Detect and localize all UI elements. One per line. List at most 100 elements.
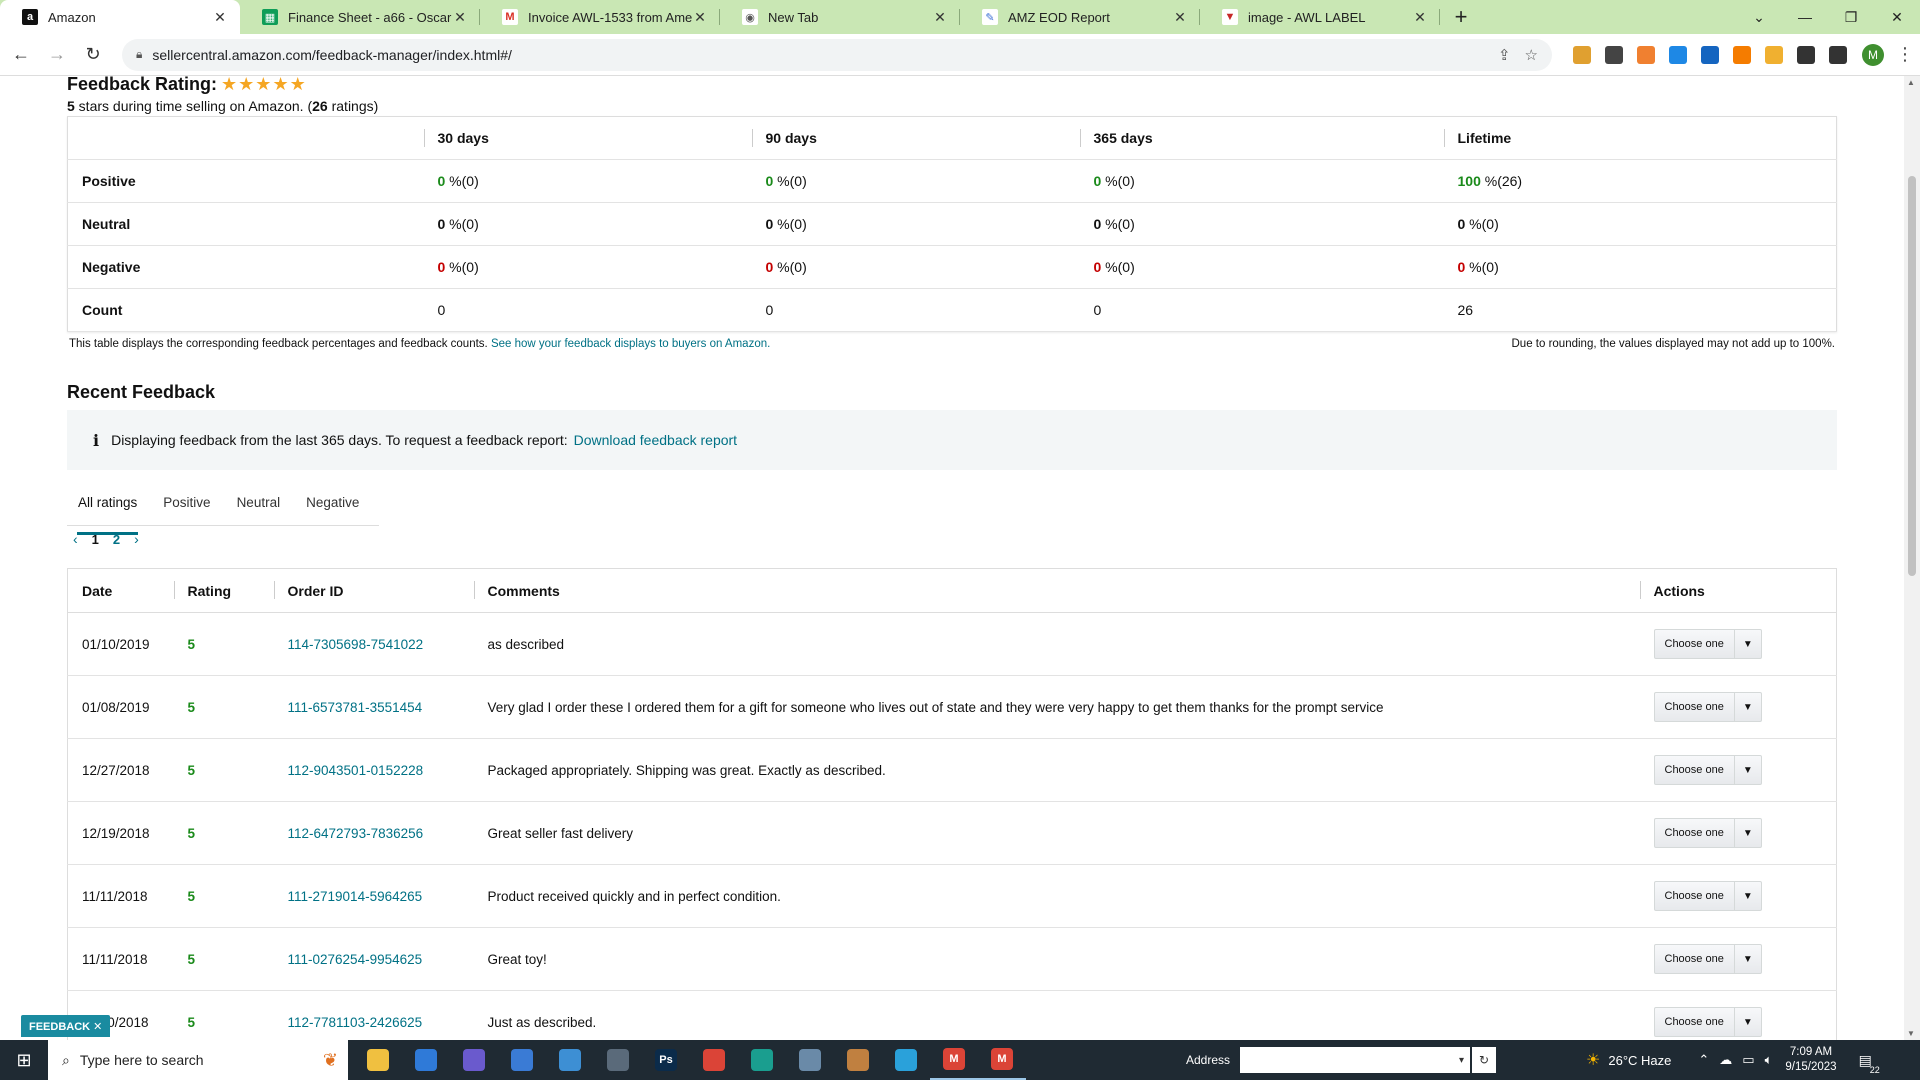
forward-icon[interactable]: → <box>42 40 72 70</box>
address-input[interactable]: ▾ <box>1240 1047 1471 1073</box>
chevron-down-icon[interactable]: ▼ <box>1735 1017 1761 1028</box>
chevron-down-icon[interactable]: ▼ <box>1735 765 1761 776</box>
order-id-link[interactable]: 111-0276254-9954625 <box>288 952 423 967</box>
back-icon[interactable]: ← <box>6 40 36 70</box>
share-icon[interactable]: ⇪ <box>1498 46 1511 64</box>
taskbar-app[interactable] <box>546 1040 594 1080</box>
new-tab-plus-icon[interactable]: + <box>1444 0 1478 34</box>
url-text[interactable]: sellercentral.amazon.com/feedback-manage… <box>152 47 1484 63</box>
browser-tab[interactable]: ▦ Finance Sheet - a66 - Oscar Redc✕ <box>240 0 480 34</box>
scroll-up-icon[interactable]: ▲ <box>1907 78 1915 87</box>
feedback-display-link[interactable]: See how your feedback displays to buyers… <box>491 338 770 350</box>
chevron-down-icon[interactable]: ▼ <box>1735 702 1761 713</box>
order-id-link[interactable]: 112-6472793-7836256 <box>288 826 424 841</box>
actions-dropdown-label[interactable]: Choose one <box>1655 819 1735 847</box>
restore-icon[interactable]: ❐ <box>1828 9 1874 26</box>
ext-keepa-icon[interactable] <box>1669 45 1687 64</box>
browser-tab[interactable]: ▼ image - AWL LABEL ✕ <box>1200 0 1440 34</box>
browser-tab[interactable]: ✎ AMZ EOD Report ✕ <box>960 0 1200 34</box>
scrollbar-thumb[interactable] <box>1908 176 1916 576</box>
order-id-link[interactable]: 112-7781103-2426625 <box>288 1015 423 1030</box>
ext-js-icon[interactable] <box>1733 45 1751 64</box>
order-id-link[interactable]: 111-2719014-5964265 <box>288 889 423 904</box>
minimize-icon[interactable]: — <box>1782 9 1828 25</box>
actions-dropdown[interactable]: Choose one ▼ <box>1653 629 1762 659</box>
actions-dropdown[interactable]: Choose one ▼ <box>1653 755 1762 785</box>
rating-tab[interactable]: All ratings <box>67 490 148 535</box>
address-go-icon[interactable]: ↻ <box>1472 1047 1497 1073</box>
rating-tab[interactable]: Positive <box>152 490 221 525</box>
feedback-widget-button[interactable]: FEEDBACK ✕ <box>21 1015 111 1037</box>
order-id-link[interactable]: 112-9043501-0152228 <box>288 763 424 778</box>
actions-dropdown-label[interactable]: Choose one <box>1655 1008 1735 1036</box>
scroll-down-icon[interactable]: ▼ <box>1907 1029 1915 1038</box>
ext-puzzle-icon[interactable] <box>1797 45 1815 64</box>
tab-search-chevron-icon[interactable]: ⌄ <box>1736 9 1782 26</box>
menu-kebab-icon[interactable]: ⋮ <box>1896 44 1914 65</box>
rating-tab[interactable]: Neutral <box>226 490 292 525</box>
actions-dropdown-label[interactable]: Choose one <box>1655 945 1735 973</box>
taskbar-app[interactable] <box>882 1040 930 1080</box>
close-icon[interactable]: ✕ <box>1412 9 1428 26</box>
taskbar-app[interactable] <box>786 1040 834 1080</box>
actions-dropdown-label[interactable]: Choose one <box>1655 882 1735 910</box>
browser-tab[interactable]: ◉ New Tab ✕ <box>720 0 960 34</box>
taskbar-app[interactable] <box>354 1040 402 1080</box>
browser-tab[interactable]: a Amazon ✕ <box>0 0 240 34</box>
windows-start-icon[interactable]: ⊞ <box>0 1040 48 1080</box>
taskbar-app[interactable]: Ps <box>642 1040 690 1080</box>
taskbar-clock[interactable]: 7:09 AM 9/15/2023 <box>1785 1045 1836 1075</box>
actions-dropdown-label[interactable]: Choose one <box>1655 756 1735 784</box>
actions-dropdown[interactable]: Choose one ▼ <box>1653 1007 1762 1037</box>
volume-icon[interactable]: 🔈︎ <box>1765 1052 1773 1068</box>
order-id-link[interactable]: 114-7305698-7541022 <box>288 637 424 652</box>
ext-sidebar-icon[interactable] <box>1829 45 1847 64</box>
lock-icon[interactable]: 🔒︎ <box>136 47 142 62</box>
actions-dropdown[interactable]: Choose one ▼ <box>1653 692 1762 722</box>
network-icon[interactable]: ▭ <box>1742 1052 1754 1068</box>
close-icon[interactable]: ✕ <box>212 9 228 26</box>
bookmark-star-icon[interactable]: ☆ <box>1525 46 1538 64</box>
address-bar[interactable]: 🔒︎ sellercentral.amazon.com/feedback-man… <box>122 38 1552 71</box>
download-feedback-report-link[interactable]: Download feedback report <box>574 432 737 448</box>
close-icon[interactable]: ✕ <box>692 9 708 26</box>
address-dropdown-icon[interactable]: ▾ <box>1459 1055 1464 1066</box>
chevron-down-icon[interactable]: ▼ <box>1735 828 1761 839</box>
taskbar-app[interactable]: M <box>930 1040 978 1080</box>
taskbar-app[interactable] <box>738 1040 786 1080</box>
taskbar-search[interactable]: ⌕ Type here to search ❦ <box>48 1040 348 1080</box>
window-close-icon[interactable]: ✕ <box>1874 9 1920 26</box>
onedrive-icon[interactable]: ☁ <box>1719 1052 1732 1068</box>
chevron-down-icon[interactable]: ▼ <box>1735 954 1761 965</box>
ext-bear-icon[interactable] <box>1573 45 1591 64</box>
page-2-link[interactable]: 2 <box>113 532 120 547</box>
actions-dropdown[interactable]: Choose one ▼ <box>1653 881 1762 911</box>
taskbar-app[interactable] <box>402 1040 450 1080</box>
actions-dropdown[interactable]: Choose one ▼ <box>1653 944 1762 974</box>
close-icon[interactable]: ✕ <box>1172 9 1188 26</box>
taskbar-app[interactable] <box>498 1040 546 1080</box>
ext-orange-circle-icon[interactable] <box>1637 45 1655 64</box>
taskbar-app[interactable] <box>594 1040 642 1080</box>
next-page-icon[interactable]: › <box>134 531 139 547</box>
actions-dropdown-label[interactable]: Choose one <box>1655 693 1735 721</box>
prev-page-icon[interactable]: ‹ <box>73 531 78 547</box>
rating-tab[interactable]: Negative <box>295 490 370 525</box>
taskbar-app[interactable] <box>690 1040 738 1080</box>
reload-icon[interactable]: ↻ <box>78 40 108 70</box>
taskbar-app[interactable] <box>450 1040 498 1080</box>
chevron-down-icon[interactable]: ▼ <box>1735 891 1761 902</box>
page-scrollbar[interactable]: ▲ ▼ <box>1904 76 1920 1040</box>
chevron-down-icon[interactable]: ▼ <box>1735 639 1761 650</box>
weather-widget[interactable]: ☀ 26°C Haze <box>1586 1050 1671 1070</box>
ext-flame-icon[interactable] <box>1765 45 1783 64</box>
ext-arrow-icon[interactable] <box>1605 45 1623 64</box>
browser-tab[interactable]: M Invoice AWL-1533 from American✕ <box>480 0 720 34</box>
taskbar-app[interactable]: M <box>978 1040 1026 1080</box>
order-id-link[interactable]: 111-6573781-3551454 <box>288 700 423 715</box>
notification-center-icon[interactable]: ▤ 22 <box>1859 1052 1880 1075</box>
taskbar-app[interactable] <box>834 1040 882 1080</box>
tray-expand-icon[interactable]: ⌃ <box>1698 1052 1709 1068</box>
profile-avatar[interactable]: M <box>1862 43 1884 66</box>
actions-dropdown-label[interactable]: Choose one <box>1655 630 1735 658</box>
